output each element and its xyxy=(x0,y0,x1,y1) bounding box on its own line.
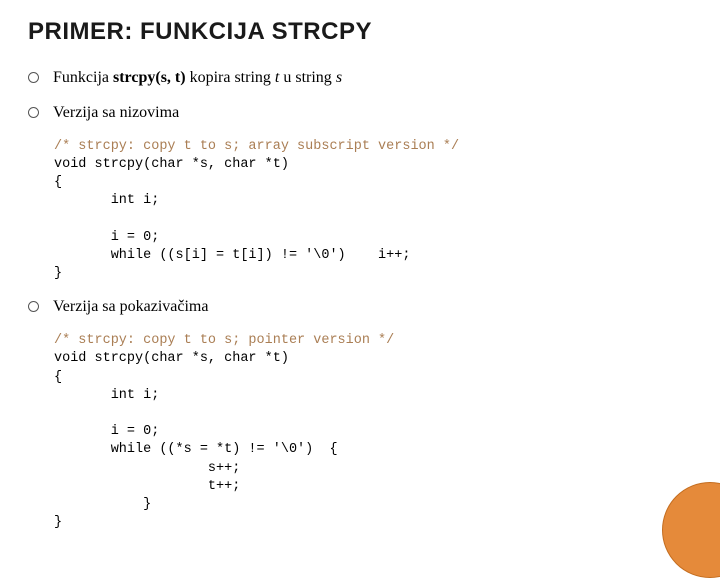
bullet-icon xyxy=(28,301,39,312)
bullet-3-text: Verzija sa pokazivačima xyxy=(53,297,208,318)
b1-mid2: u string xyxy=(279,69,335,86)
code2-comment: /* strcpy: copy t to s; pointer version … xyxy=(54,333,394,348)
b1-bold: strcpy(s, t) xyxy=(113,69,186,86)
code2-body: void strcpy(char *s, char *t) { int i; i… xyxy=(54,351,338,530)
bullet-1-text: Funkcija strcpy(s, t) kopira string t u … xyxy=(53,68,342,89)
b1-mid: kopira string xyxy=(186,69,275,86)
code1-body: void strcpy(char *s, char *t) { int i; i… xyxy=(54,157,410,281)
bullet-1: Funkcija strcpy(s, t) kopira string t u … xyxy=(28,68,692,89)
bullet-3: Verzija sa pokazivačima xyxy=(28,297,692,318)
slide: PRIMER: FUNKCIJA STRCPY Funkcija strcpy(… xyxy=(0,0,720,540)
bullet-2: Verzija sa nizovima xyxy=(28,103,692,124)
slide-title: PRIMER: FUNKCIJA STRCPY xyxy=(28,18,692,46)
code1-comment: /* strcpy: copy t to s; array subscript … xyxy=(54,139,459,154)
bullet-icon xyxy=(28,72,39,83)
bullet-icon xyxy=(28,107,39,118)
b1-prefix: Funkcija xyxy=(53,69,113,86)
code-block-2: /* strcpy: copy t to s; pointer version … xyxy=(54,332,692,532)
bullet-2-text: Verzija sa nizovima xyxy=(53,103,179,124)
b1-ital2: s xyxy=(336,69,342,86)
code-block-1: /* strcpy: copy t to s; array subscript … xyxy=(54,138,692,284)
